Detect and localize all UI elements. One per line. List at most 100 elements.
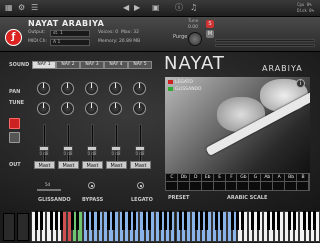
black-key[interactable] [96, 211, 100, 230]
output-selector[interactable]: st. 1 [50, 30, 90, 37]
mute-button[interactable]: M [206, 30, 214, 38]
prev-icon[interactable]: ◀ [123, 3, 129, 13]
tune-knob-2[interactable] [61, 102, 74, 115]
pan-knob-1[interactable] [37, 82, 50, 95]
instrument-name[interactable]: NAYAT ARABIYA [28, 19, 104, 28]
pan-knob-2[interactable] [61, 82, 74, 95]
output-button-1[interactable]: Mast [34, 161, 55, 169]
black-key[interactable] [158, 211, 162, 230]
black-key[interactable] [256, 211, 260, 230]
midi-channel-selector[interactable]: A 1 [50, 39, 90, 46]
info-icon[interactable]: ⓘ [175, 3, 183, 13]
black-key[interactable] [86, 211, 90, 230]
black-key[interactable] [266, 211, 270, 230]
black-key[interactable] [39, 211, 43, 230]
tune-knob-3[interactable] [85, 102, 98, 115]
scale-cell[interactable]: D [190, 174, 202, 190]
glissando-slider[interactable] [37, 189, 61, 191]
black-key[interactable] [308, 211, 312, 230]
output-button-2[interactable]: Mast [58, 161, 79, 169]
next-icon[interactable]: ▶ [134, 3, 140, 13]
pan-knob-4[interactable] [109, 82, 122, 95]
tab-nay-3[interactable]: NAY 3 [80, 61, 104, 69]
black-key[interactable] [230, 211, 234, 230]
black-key[interactable] [75, 211, 79, 230]
tab-nay-1[interactable]: NAY 1 [32, 61, 56, 69]
legato-toggle-icon[interactable] [9, 118, 20, 129]
tune-knob-4[interactable] [109, 102, 122, 115]
pan-knob-3[interactable] [85, 82, 98, 95]
tab-nay-5[interactable]: NAY 5 [128, 61, 152, 69]
arabic-scale-grid[interactable]: C Db D Eb E F Gb G Ab A Bb B [165, 173, 310, 191]
black-key[interactable] [168, 211, 172, 230]
scale-cell[interactable]: A [273, 174, 286, 190]
tune-knob-1[interactable] [37, 102, 50, 115]
black-key[interactable] [91, 211, 95, 230]
black-key[interactable] [204, 211, 208, 230]
black-key[interactable] [143, 211, 147, 230]
reset-icon[interactable] [9, 132, 20, 143]
black-key[interactable] [272, 211, 276, 230]
output-button-4[interactable]: Mast [106, 161, 127, 169]
black-key[interactable] [55, 211, 59, 230]
black-key[interactable] [148, 211, 152, 230]
black-key[interactable] [215, 211, 219, 230]
bypass-toggle[interactable] [88, 182, 95, 189]
black-key[interactable] [179, 211, 183, 230]
midi-icon[interactable]: ♫ [190, 3, 197, 13]
output-button-5[interactable]: Mast [130, 161, 151, 169]
black-key[interactable] [70, 211, 74, 230]
voices-max-value[interactable]: 32 [133, 30, 139, 35]
black-key[interactable] [241, 211, 245, 230]
solo-button[interactable]: S [206, 20, 214, 28]
pan-knob-5[interactable] [133, 82, 146, 95]
black-key[interactable] [292, 211, 296, 230]
black-key[interactable] [184, 211, 188, 230]
scale-cell[interactable]: C [166, 174, 178, 190]
tools-icon[interactable]: ⚙ [18, 3, 25, 13]
scale-cell[interactable]: B [297, 174, 309, 190]
scale-cell[interactable]: G [249, 174, 262, 190]
black-key[interactable] [220, 211, 224, 230]
pitch-wheel[interactable] [3, 213, 15, 241]
scale-cell[interactable]: Ab [261, 174, 274, 190]
scale-cell[interactable]: E [214, 174, 226, 190]
black-key[interactable] [60, 211, 64, 230]
scale-cell[interactable]: Bb [285, 174, 298, 190]
black-key[interactable] [235, 211, 239, 230]
black-key[interactable] [122, 211, 126, 230]
mod-wheel[interactable] [17, 213, 29, 241]
piano-keyboard[interactable] [31, 211, 320, 243]
black-key[interactable] [287, 211, 291, 230]
camera-icon[interactable]: ▣ [152, 3, 160, 13]
tab-nay-2[interactable]: NAY 2 [56, 61, 80, 69]
master-tune-knob[interactable] [188, 32, 202, 46]
purge-button[interactable]: Purge [173, 34, 187, 40]
menu-icon[interactable]: ☰ [31, 3, 38, 13]
black-key[interactable] [112, 211, 116, 230]
instrument-icon[interactable]: ▦ [5, 3, 13, 13]
black-key[interactable] [313, 211, 317, 230]
black-key[interactable] [163, 211, 167, 230]
black-key[interactable] [303, 211, 307, 230]
black-key[interactable] [194, 211, 198, 230]
black-key[interactable] [199, 211, 203, 230]
scale-cell[interactable]: Gb [238, 174, 250, 190]
black-key[interactable] [251, 211, 255, 230]
black-key[interactable] [34, 211, 38, 230]
tab-nay-4[interactable]: NAY 4 [104, 61, 128, 69]
black-key[interactable] [277, 211, 281, 230]
black-key[interactable] [127, 211, 131, 230]
info-icon[interactable]: i [296, 79, 305, 88]
tune-knob-5[interactable] [133, 102, 146, 115]
black-key[interactable] [106, 211, 110, 230]
output-button-3[interactable]: Mast [82, 161, 103, 169]
fader-value-3: 0 dB [87, 151, 97, 156]
scale-cell[interactable]: F [226, 174, 238, 190]
black-key[interactable] [132, 211, 136, 230]
scale-cell[interactable]: Eb [202, 174, 214, 190]
preset-label[interactable]: PRESET [168, 195, 189, 201]
black-key[interactable] [50, 211, 54, 230]
scale-cell[interactable]: Db [178, 174, 190, 190]
legato-toggle[interactable] [137, 182, 144, 189]
